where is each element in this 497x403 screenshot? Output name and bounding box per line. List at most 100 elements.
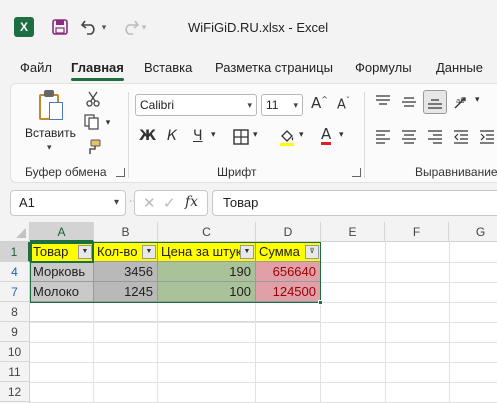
align-right-icon[interactable] (425, 127, 445, 147)
gridline (30, 342, 497, 343)
gridline (30, 321, 321, 322)
formula-bar-buttons: ✕ ✓ fx (134, 190, 208, 216)
enter-icon[interactable]: ✓ (163, 194, 176, 212)
column-header-f[interactable]: F (385, 222, 449, 242)
chevron-down-icon: ▾ (113, 197, 119, 208)
increase-indent-icon[interactable] (477, 127, 497, 147)
fill-color-dropdown-icon[interactable]: ▾ (299, 130, 304, 140)
format-painter-icon[interactable] (83, 138, 103, 156)
chevron-down-icon: ▾ (293, 100, 298, 110)
active-cell-outline (30, 242, 94, 263)
cut-icon[interactable] (83, 90, 103, 108)
row-header-1[interactable]: 1 (0, 242, 30, 262)
ribbon-tabs: Файл Главная Вставка Разметка страницы Ф… (0, 52, 497, 82)
ribbon: Вставить ▾ ▾ Буфер обмена Calibri ▾ 11 ▾… (10, 83, 497, 183)
row-header-11[interactable]: 11 (0, 362, 30, 382)
save-icon[interactable] (48, 14, 72, 40)
paste-button-label[interactable]: Вставить (25, 126, 76, 140)
tab-insert[interactable]: Вставка (144, 60, 192, 75)
group-divider (128, 92, 129, 178)
gridline (321, 282, 497, 283)
tab-data[interactable]: Данные (436, 60, 483, 75)
column-header-d[interactable]: D (256, 222, 321, 242)
orientation-icon[interactable]: ab (451, 92, 473, 112)
select-all-button[interactable] (0, 222, 30, 242)
fill-handle[interactable] (318, 300, 323, 305)
alignment-group-label: Выравнивание (415, 165, 497, 179)
decrease-indent-icon[interactable] (451, 127, 471, 147)
redo-dropdown-icon[interactable]: ▾ (138, 14, 150, 40)
italic-button[interactable]: К (167, 128, 177, 144)
copy-icon[interactable] (81, 113, 103, 131)
gridline (30, 322, 497, 323)
font-launcher-icon[interactable] (352, 168, 361, 177)
shrink-font-button[interactable]: Aˇ (337, 96, 350, 112)
align-center-icon[interactable] (399, 127, 419, 147)
borders-icon[interactable] (231, 127, 251, 147)
bold-button[interactable]: Ж (139, 128, 156, 144)
align-middle-icon[interactable] (399, 92, 419, 112)
formula-bar: A1 ▾ ⋮ ✕ ✓ fx Товар (0, 186, 497, 220)
gridline (93, 302, 94, 403)
align-bottom-icon[interactable] (423, 90, 447, 114)
shrink-font-letter: A (337, 97, 346, 113)
window-title: WiFiGiD.RU.xlsx - Excel (188, 20, 329, 35)
row-header-9[interactable]: 9 (0, 322, 30, 342)
paste-icon[interactable] (37, 90, 65, 124)
font-color-dropdown-icon[interactable]: ▾ (339, 130, 344, 140)
fill-color-icon[interactable] (277, 127, 297, 147)
name-box-value: A1 (19, 195, 35, 210)
font-group-label: Шрифт (217, 165, 257, 179)
clipboard-launcher-icon[interactable] (116, 168, 125, 177)
font-color-button[interactable]: A (321, 126, 332, 145)
chevron-down-icon: ▾ (247, 100, 252, 110)
align-left-icon[interactable] (373, 127, 393, 147)
paste-dropdown-icon[interactable]: ▾ (47, 142, 52, 153)
column-header-a[interactable]: A (30, 222, 94, 242)
tab-home[interactable]: Главная (71, 60, 124, 81)
column-header-e[interactable]: E (321, 222, 385, 242)
gridline (30, 382, 497, 383)
column-header-c[interactable]: C (158, 222, 256, 242)
column-header-b[interactable]: B (94, 222, 158, 242)
gridline (321, 262, 497, 263)
title-bar: X ▾ ▾ WiFiGiD.RU.xlsx - Excel (0, 0, 497, 52)
orientation-dropdown-icon[interactable]: ▾ (475, 95, 480, 105)
font-size-combobox[interactable]: 11 ▾ (261, 94, 303, 116)
undo-dropdown-icon[interactable]: ▾ (98, 14, 110, 40)
worksheet-grid: A B C D E F G 1 4 7 8 9 10 11 12 13 Това… (0, 222, 497, 403)
tab-formulas[interactable]: Формулы (355, 60, 412, 75)
excel-logo-letter: X (19, 20, 28, 34)
row-header-12[interactable]: 12 (0, 382, 30, 402)
align-top-icon[interactable] (373, 92, 393, 112)
group-divider (364, 92, 365, 178)
gridline (321, 302, 497, 303)
row-header-8[interactable]: 8 (0, 302, 30, 322)
formula-input[interactable]: Товар (212, 190, 497, 216)
tab-page-layout[interactable]: Разметка страницы (215, 60, 333, 75)
name-box[interactable]: A1 ▾ (10, 190, 126, 216)
underline-dropdown-icon[interactable]: ▾ (211, 130, 216, 140)
row-header-4[interactable]: 4 (0, 262, 30, 282)
gridline (157, 302, 158, 403)
grow-font-button[interactable]: A^ (311, 94, 328, 112)
borders-dropdown-icon[interactable]: ▾ (253, 130, 258, 140)
underline-button[interactable]: Ч (193, 128, 203, 144)
copy-dropdown-icon[interactable]: ▾ (103, 114, 113, 130)
excel-logo-icon: X (14, 17, 38, 37)
insert-function-button[interactable]: fx (185, 194, 198, 210)
gridline (320, 302, 321, 403)
column-header-g[interactable]: G (449, 222, 497, 242)
grow-font-letter: A (311, 94, 322, 112)
cancel-icon[interactable]: ✕ (143, 194, 156, 212)
row-header-7[interactable]: 7 (0, 282, 30, 302)
font-size-value: 11 (266, 98, 279, 112)
svg-text:ab: ab (456, 97, 465, 105)
gridline (30, 362, 497, 363)
font-name-value: Calibri (140, 98, 175, 112)
clipboard-group-label: Буфер обмена (25, 165, 107, 179)
tab-file[interactable]: Файл (20, 60, 52, 75)
font-name-combobox[interactable]: Calibri ▾ (135, 94, 257, 116)
gridline (255, 302, 256, 403)
row-header-10[interactable]: 10 (0, 342, 30, 362)
